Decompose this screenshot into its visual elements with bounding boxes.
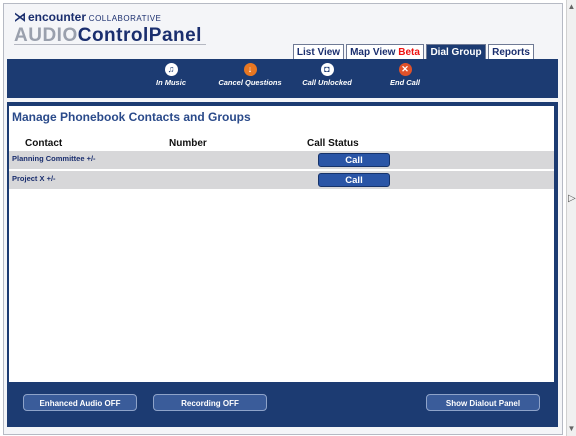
logo-product-controlpanel: ControlPanel [77, 25, 202, 46]
call-button[interactable]: Call [318, 153, 390, 167]
logo-product-audio: AUDIO [14, 25, 78, 46]
call-unlocked-button[interactable]: ◘ Call Unlocked [287, 63, 367, 87]
tab-list-view[interactable]: List View [293, 44, 344, 59]
column-header-call-status: Call Status [307, 138, 359, 149]
app-logo: ⋊ encounter COLLABORATIVE AUDIOControlPan… [14, 10, 202, 47]
vertical-scrollbar[interactable] [566, 0, 576, 436]
panel-title: Manage Phonebook Contacts and Groups [12, 110, 251, 124]
end-call-button[interactable]: ✕ End Call [365, 63, 445, 87]
phonebook-content: Manage Phonebook Contacts and Groups Con… [9, 106, 554, 382]
column-header-contact: Contact [25, 138, 63, 149]
down-arrow-icon: ↓ [243, 63, 257, 76]
tab-map-view[interactable]: Map View Beta [346, 44, 424, 59]
mouse-cursor-icon: ▷ [568, 193, 576, 204]
control-toolbar: ♫ In Music ↓ Cancel Questions ◘ Call Unl… [7, 59, 558, 98]
tab-reports[interactable]: Reports [488, 44, 534, 59]
lock-icon: ◘ [320, 63, 334, 76]
show-dialout-panel-button[interactable]: Show Dialout Panel [426, 394, 540, 411]
logo-tagline: COLLABORATIVE [88, 14, 162, 23]
close-icon: ✕ [398, 63, 412, 76]
in-music-button[interactable]: ♫ In Music [131, 63, 211, 87]
call-button[interactable]: Call [318, 173, 390, 187]
logo-brand: encounter [28, 10, 87, 24]
tab-dial-group[interactable]: Dial Group [426, 44, 486, 59]
logo-divider [14, 44, 206, 45]
phonebook-panel: Manage Phonebook Contacts and Groups Con… [7, 102, 558, 427]
table-row: Project X +/- Call [9, 171, 554, 189]
table-row: Planning Committee +/- Call [9, 151, 554, 169]
logo-mark-icon: ⋊ [14, 10, 26, 24]
scroll-down-icon[interactable]: ▼ [567, 424, 576, 434]
cancel-questions-button[interactable]: ↓ Cancel Questions [210, 63, 290, 87]
beta-badge: Beta [398, 47, 420, 58]
recording-button[interactable]: Recording OFF [153, 394, 267, 411]
contact-group-link[interactable]: Project X +/- [12, 174, 56, 183]
scroll-up-icon[interactable]: ▲ [567, 2, 576, 12]
column-header-number: Number [169, 138, 207, 149]
music-icon: ♫ [164, 63, 178, 76]
contact-group-link[interactable]: Planning Committee +/- [12, 154, 96, 163]
enhanced-audio-button[interactable]: Enhanced Audio OFF [23, 394, 137, 411]
